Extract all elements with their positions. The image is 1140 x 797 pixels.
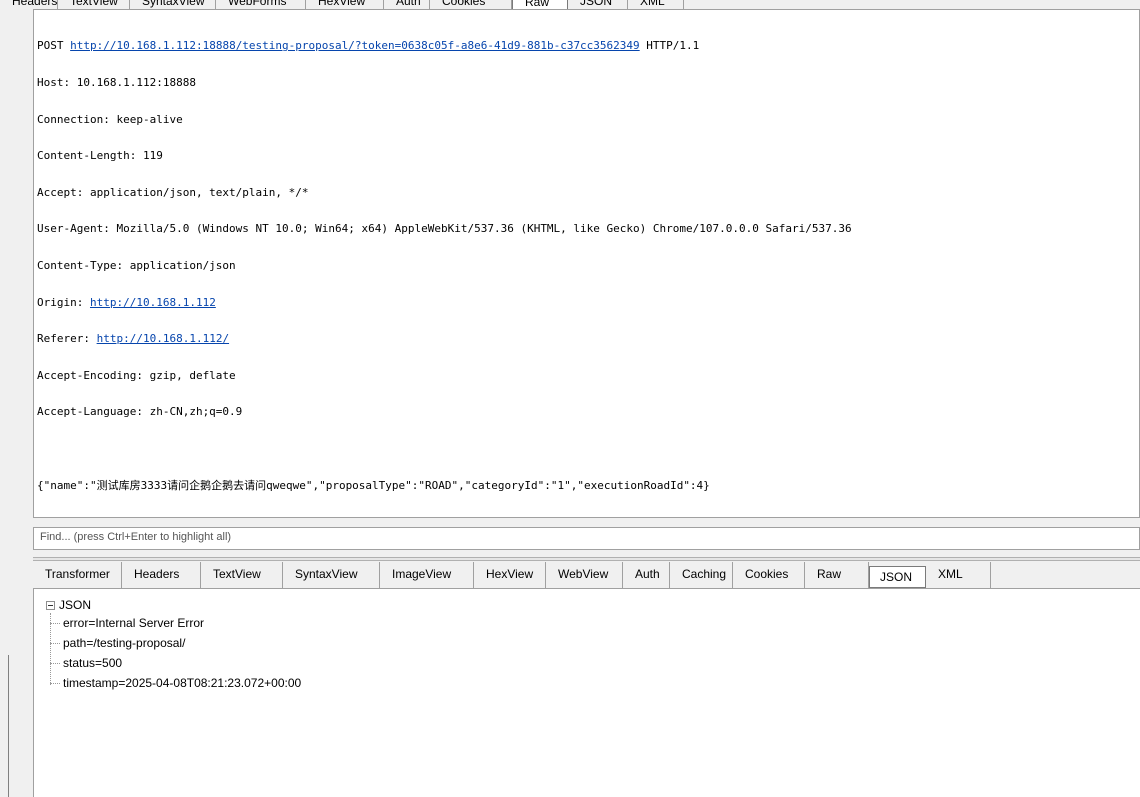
tree-node-error[interactable]: error=Internal Server Error — [50, 613, 204, 633]
referer-link[interactable]: http://10.168.1.112/ — [97, 332, 229, 345]
resp-tab-caching[interactable]: Caching — [670, 562, 733, 588]
resp-tab-json[interactable]: JSON — [869, 566, 926, 588]
header-referer: Referer: http://10.168.1.112/ — [37, 333, 1139, 345]
request-body: {"name":"测试库房3333请问企鹅企鹅去请问qweqwe","propo… — [37, 478, 710, 492]
resp-tab-webview[interactable]: WebView — [546, 562, 623, 588]
json-tree-view[interactable]: JSON error=Internal Server Error path=/t… — [33, 589, 1140, 797]
header-accept-encoding: Accept-Encoding: gzip, deflate — [37, 368, 236, 382]
header-content-type: Content-Type: application/json — [37, 258, 236, 272]
tree-branch — [50, 622, 60, 624]
header-user-agent: User-Agent: Mozilla/5.0 (Windows NT 10.0… — [37, 222, 852, 236]
raw-request-view[interactable]: POST http://10.168.1.112:18888/testing-p… — [33, 9, 1140, 518]
resp-tab-raw[interactable]: Raw — [805, 562, 869, 588]
resp-tab-headers[interactable]: Headers — [122, 562, 201, 588]
req-tab-raw[interactable]: Raw — [512, 0, 568, 9]
header-content-length: Content-Length: 119 — [37, 149, 163, 163]
request-protocol: HTTP/1.1 — [646, 39, 700, 53]
req-tab-hexview[interactable]: HexView — [306, 0, 384, 9]
req-tab-xml[interactable]: XML — [628, 0, 684, 9]
find-input[interactable]: Find... (press Ctrl+Enter to highlight a… — [33, 527, 1140, 550]
left-gutter — [0, 0, 33, 797]
collapse-icon[interactable] — [46, 600, 55, 610]
request-url-link[interactable]: http://10.168.1.112:18888/testing-propos… — [70, 39, 640, 52]
header-connection: Connection: keep-alive — [37, 112, 183, 126]
tree-root-label: JSON — [59, 598, 92, 612]
resp-tab-textview[interactable]: TextView — [201, 562, 283, 588]
tree-node-label: error=Internal Server Error — [63, 616, 205, 630]
header-host: Host: 10.168.1.112:18888 — [37, 76, 196, 89]
tree-node-path[interactable]: path=/testing-proposal/ — [50, 633, 185, 653]
req-tab-webforms[interactable]: WebForms — [216, 0, 306, 9]
referer-label: Referer: — [37, 332, 97, 346]
req-tab-auth[interactable]: Auth — [384, 0, 430, 9]
resp-tab-cookies[interactable]: Cookies — [733, 562, 805, 588]
resp-tab-hexview[interactable]: HexView — [474, 562, 546, 588]
resp-tab-auth[interactable]: Auth — [623, 562, 670, 588]
tree-node-label: status=500 — [63, 656, 123, 670]
tree-node-timestamp[interactable]: timestamp=2025-04-08T08:21:23.072+00:00 — [50, 673, 301, 693]
req-tab-json[interactable]: JSON — [568, 0, 628, 9]
origin-label: Origin: — [37, 295, 90, 309]
tree-node-label: timestamp=2025-04-08T08:21:23.072+00:00 — [63, 676, 302, 690]
header-accept: Accept: application/json, text/plain, */… — [37, 185, 309, 199]
req-tab-cookies[interactable]: Cookies — [430, 0, 512, 9]
tree-root-node[interactable]: JSON — [46, 597, 91, 613]
request-method: POST — [37, 39, 64, 53]
header-accept-language: Accept-Language: zh-CN,zh;q=0.9 — [37, 405, 243, 419]
gutter-divider — [8, 655, 9, 797]
resp-tab-xml[interactable]: XML — [926, 562, 991, 588]
req-tab-textview[interactable]: TextView — [58, 0, 130, 9]
req-tab-syntaxview[interactable]: SyntaxView — [130, 0, 216, 9]
pane-splitter[interactable] — [33, 557, 1140, 561]
origin-link[interactable]: http://10.168.1.112 — [90, 296, 216, 309]
resp-tab-transformer[interactable]: Transformer — [33, 562, 122, 588]
resp-tab-imageview[interactable]: ImageView — [380, 562, 474, 588]
request-line: POST http://10.168.1.112:18888/testing-p… — [37, 40, 1139, 52]
tree-branch — [50, 642, 60, 644]
tree-branch — [50, 682, 60, 684]
request-tab-bar: Headers TextView SyntaxView WebForms Hex… — [0, 0, 1140, 9]
tree-node-label: path=/testing-proposal/ — [63, 636, 186, 650]
resp-tab-syntaxview[interactable]: SyntaxView — [283, 562, 380, 588]
response-tab-bar: Transformer Headers TextView SyntaxView … — [33, 562, 1140, 589]
tree-node-status[interactable]: status=500 — [50, 653, 122, 673]
req-tab-headers[interactable]: Headers — [0, 0, 58, 9]
tree-branch — [50, 662, 60, 664]
header-origin: Origin: http://10.168.1.112 — [37, 295, 1139, 309]
